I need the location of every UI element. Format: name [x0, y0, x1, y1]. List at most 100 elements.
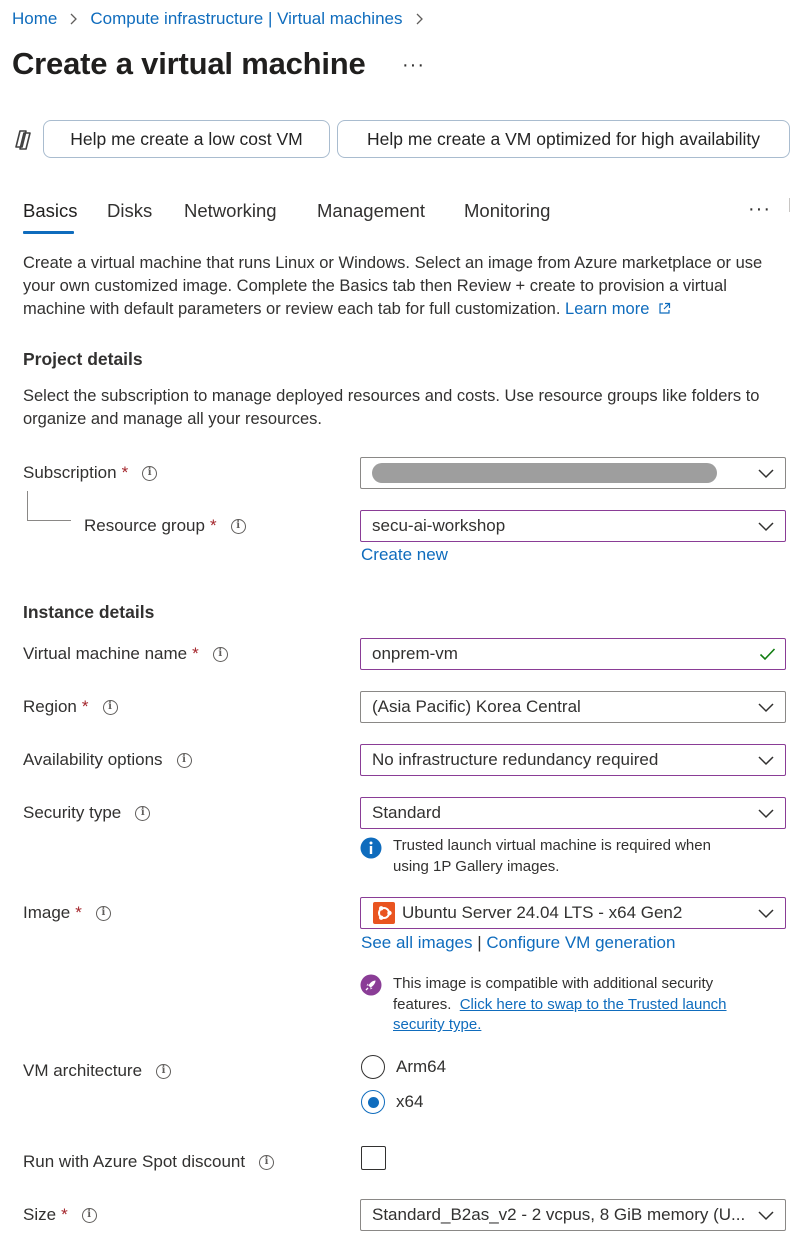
region-label-text: Region — [23, 697, 77, 716]
availability-label-text: Availability options — [23, 750, 163, 769]
intro-description: Create a virtual machine that runs Linux… — [23, 252, 785, 320]
info-icon[interactable]: i — [230, 518, 246, 534]
scroll-edge-divider — [789, 198, 790, 212]
breadcrumb-home[interactable]: Home — [12, 9, 57, 29]
arch-option-label: x64 — [396, 1092, 424, 1111]
copilot-high-availability-button[interactable]: Help me create a VM optimized for high a… — [337, 120, 790, 158]
required-asterisk: * — [209, 516, 217, 535]
info-icon[interactable]: i — [259, 1154, 275, 1170]
create-new-resource-group-link[interactable]: Create new — [361, 545, 448, 565]
resource-group-label: Resource group * i — [84, 516, 246, 536]
vm-name-value: onprem-vm — [372, 644, 458, 663]
chevron-down-icon — [758, 703, 774, 713]
availability-options-dropdown[interactable]: No infrastructure redundancy required — [360, 744, 786, 776]
info-icon[interactable]: i — [156, 1063, 172, 1079]
info-icon[interactable]: i — [176, 752, 192, 768]
subscription-dropdown[interactable] — [360, 457, 786, 489]
chevron-down-icon — [758, 1211, 774, 1221]
image-note-prefix: features. — [393, 995, 452, 1013]
chevron-right-icon — [415, 13, 425, 25]
project-details-description: Select the subscription to manage deploy… — [23, 387, 760, 428]
info-icon[interactable]: i — [102, 699, 118, 715]
size-value: Standard_B2as_v2 - 2 vcpus, 8 GiB memory… — [372, 1205, 746, 1224]
availability-value: No infrastructure redundancy required — [372, 750, 659, 769]
info-icon[interactable]: i — [95, 905, 111, 921]
image-dropdown[interactable]: Ubuntu Server 24.04 LTS - x64 Gen2 — [360, 897, 786, 929]
vm-name-input[interactable]: onprem-vm — [360, 638, 786, 670]
swap-trusted-launch-link-cont[interactable]: security type. — [393, 1016, 481, 1033]
breadcrumb-virtual-machines[interactable]: Compute infrastructure | Virtual machine… — [90, 9, 402, 29]
size-dropdown[interactable]: Standard_B2as_v2 - 2 vcpus, 8 GiB memory… — [360, 1199, 786, 1231]
image-value: Ubuntu Server 24.04 LTS - x64 Gen2 — [402, 903, 683, 922]
region-value: (Asia Pacific) Korea Central — [372, 697, 581, 716]
spot-discount-checkbox[interactable] — [361, 1146, 386, 1170]
security-note-line: Trusted launch virtual machine is requir… — [393, 837, 711, 854]
required-asterisk: * — [192, 644, 199, 663]
instance-details-heading: Instance details — [23, 602, 155, 622]
image-security-note: This image is compatible with additional… — [393, 974, 727, 1036]
security-type-note: Trusted launch virtual machine is requir… — [393, 836, 711, 877]
info-icon[interactable]: i — [142, 465, 158, 481]
chevron-right-icon — [69, 13, 79, 25]
project-details-heading: Project details — [23, 349, 143, 369]
arch-option-x64[interactable]: x64 — [361, 1090, 423, 1114]
security-value: Standard — [372, 803, 441, 822]
required-asterisk: * — [81, 697, 89, 716]
vm-architecture-label: VM architecture i — [23, 1061, 172, 1081]
active-tab-indicator — [23, 231, 74, 234]
image-links: See all images | Configure VM generation — [361, 933, 675, 953]
subscription-label-text: Subscription — [23, 463, 117, 482]
checkmark-icon — [759, 648, 776, 661]
tab-management[interactable]: Management — [317, 200, 425, 222]
security-type-label: Security type i — [23, 803, 151, 823]
required-asterisk: * — [121, 463, 129, 482]
region-dropdown[interactable]: (Asia Pacific) Korea Central — [360, 691, 786, 723]
security-label-text: Security type — [23, 803, 122, 822]
security-note-line: using 1P Gallery images. — [393, 857, 560, 875]
tab-basics[interactable]: Basics — [23, 200, 78, 222]
required-asterisk: * — [75, 903, 82, 922]
tab-bar: Basics Disks Networking Management Monit… — [0, 196, 791, 236]
hierarchy-connector — [27, 491, 71, 521]
more-options-icon[interactable]: ··· — [402, 54, 425, 77]
chevron-down-icon — [758, 756, 774, 766]
chevron-down-icon — [758, 522, 774, 532]
resource-group-value: secu-ai-workshop — [372, 516, 506, 535]
security-type-dropdown[interactable]: Standard — [360, 797, 786, 829]
chevron-down-icon — [758, 469, 774, 479]
learn-more-link[interactable]: Learn more — [565, 300, 671, 318]
region-label: Region * i — [23, 697, 118, 717]
tab-disks[interactable]: Disks — [107, 200, 152, 222]
ubuntu-icon — [373, 902, 395, 924]
tabs-overflow-icon[interactable]: ··· — [748, 198, 771, 221]
info-icon[interactable]: i — [212, 646, 228, 662]
required-asterisk: * — [61, 1205, 68, 1224]
spot-discount-label: Run with Azure Spot discount i — [23, 1152, 275, 1172]
resource-group-dropdown[interactable]: secu-ai-workshop — [360, 510, 786, 542]
page-title: Create a virtual machine — [12, 46, 366, 81]
resource-group-label-text: Resource group — [84, 516, 205, 535]
subscription-label: Subscription * i — [23, 463, 158, 483]
breadcrumb: Home Compute infrastructure | Virtual ma… — [12, 9, 436, 29]
configure-vm-generation-link[interactable]: Configure VM generation — [486, 933, 675, 952]
arch-option-label: Arm64 — [396, 1057, 447, 1076]
info-filled-icon — [360, 837, 382, 859]
rocket-security-icon — [360, 974, 382, 996]
tab-monitoring[interactable]: Monitoring — [464, 200, 550, 222]
size-label: Size * i — [23, 1205, 97, 1225]
arch-option-arm64[interactable]: Arm64 — [361, 1055, 446, 1079]
tab-networking[interactable]: Networking — [184, 200, 277, 222]
vm-name-label: Virtual machine name * i — [23, 644, 228, 664]
arch-label-text: VM architecture — [23, 1061, 143, 1080]
image-label: Image * i — [23, 903, 111, 923]
radio-button[interactable] — [361, 1055, 385, 1079]
availability-options-label: Availability options i — [23, 750, 192, 770]
redacted-subscription-value — [372, 463, 717, 483]
info-icon[interactable]: i — [81, 1207, 97, 1223]
link-separator: | — [477, 933, 482, 952]
see-all-images-link[interactable]: See all images — [361, 933, 473, 952]
radio-button-selected[interactable] — [361, 1090, 385, 1114]
swap-trusted-launch-link[interactable]: Click here to swap to the Trusted launch — [460, 996, 727, 1013]
info-icon[interactable]: i — [135, 805, 151, 821]
copilot-low-cost-button[interactable]: Help me create a low cost VM — [43, 120, 330, 158]
